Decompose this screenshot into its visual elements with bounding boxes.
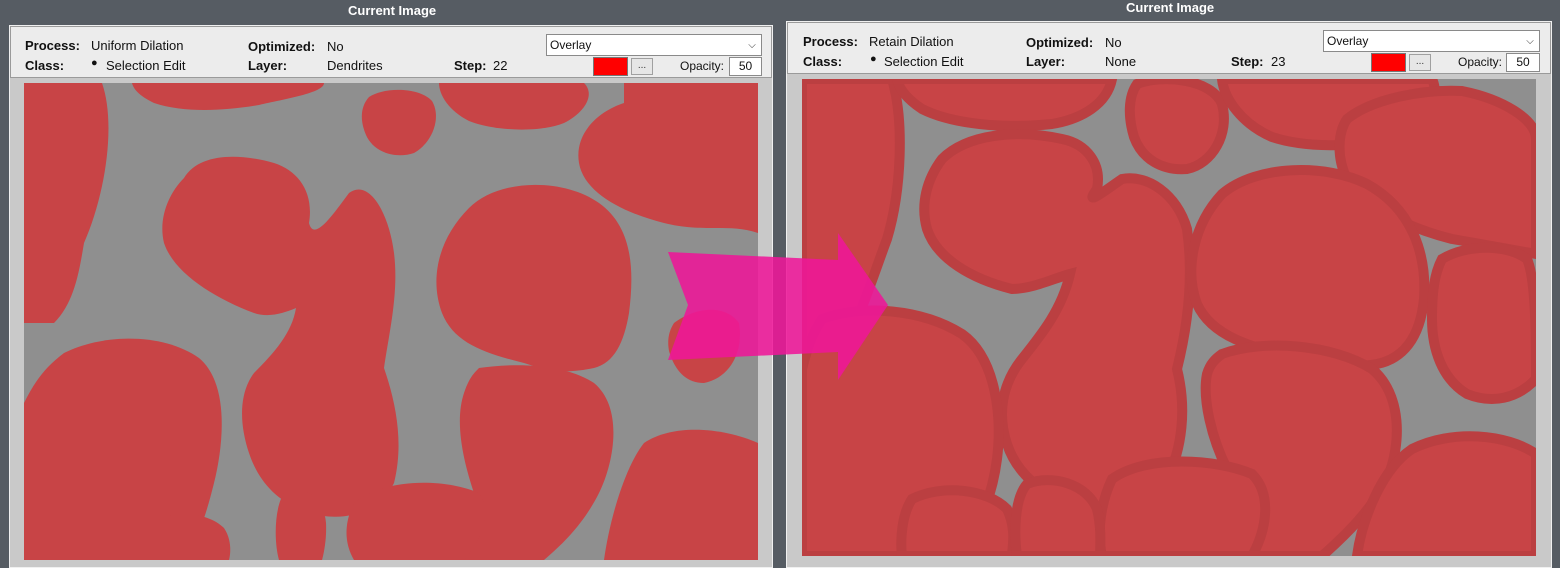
- right-process-value: Retain Dilation: [869, 34, 954, 49]
- left-info-bar: Process: Uniform Dilation Class: ● Selec…: [10, 26, 772, 78]
- left-view-mode-value: Overlay: [550, 38, 592, 52]
- left-opacity-label: Opacity:: [680, 59, 725, 73]
- right-class-label: Class:: [803, 54, 843, 69]
- right-panel-title: Current Image: [1126, 0, 1215, 15]
- left-process-label: Process:: [25, 38, 80, 53]
- right-micrograph-svg: [802, 79, 1536, 556]
- right-image-panel: Process: Retain Dilation Class: ● Select…: [786, 21, 1552, 568]
- left-optimized-label: Optimized:: [248, 39, 316, 54]
- right-opacity-input[interactable]: 50: [1506, 53, 1540, 72]
- left-view-mode-dropdown[interactable]: Overlay ⌵: [546, 34, 762, 56]
- right-step-label: Step:: [1231, 54, 1264, 69]
- left-layer-label: Layer:: [248, 58, 288, 73]
- right-micrograph-image[interactable]: [802, 79, 1536, 556]
- left-micrograph-image[interactable]: [24, 83, 758, 560]
- left-image-panel: Process: Uniform Dilation Class: ● Selec…: [9, 25, 773, 568]
- bullet-icon: ●: [91, 57, 98, 69]
- left-step-value: 22: [493, 58, 508, 73]
- left-color-picker-button[interactable]: ...: [631, 58, 653, 75]
- right-opacity-label: Opacity:: [1458, 55, 1503, 69]
- right-optimized-value: No: [1105, 35, 1122, 50]
- right-overlay-color-swatch[interactable]: [1371, 53, 1406, 72]
- chevron-down-icon: ⌵: [748, 39, 756, 51]
- right-layer-label: Layer:: [1026, 54, 1066, 69]
- right-step-value: 23: [1271, 54, 1286, 69]
- left-micrograph-svg: [24, 83, 758, 560]
- left-panel-title: Current Image: [348, 3, 437, 18]
- left-step-label: Step:: [454, 58, 487, 73]
- left-opacity-input[interactable]: 50: [729, 57, 762, 76]
- right-color-picker-button[interactable]: ...: [1409, 54, 1431, 71]
- left-optimized-value: No: [327, 39, 344, 54]
- left-class-label: Class:: [25, 58, 65, 73]
- chevron-down-icon: ⌵: [1526, 35, 1534, 47]
- right-info-bar: Process: Retain Dilation Class: ● Select…: [787, 22, 1551, 74]
- right-process-label: Process:: [803, 34, 858, 49]
- right-layer-value: None: [1105, 54, 1137, 69]
- left-overlay-color-swatch[interactable]: [593, 57, 628, 76]
- left-class-value: Selection Edit: [106, 58, 186, 73]
- right-view-mode-value: Overlay: [1327, 34, 1369, 48]
- right-class-value: Selection Edit: [884, 54, 964, 69]
- left-process-value: Uniform Dilation: [91, 38, 184, 53]
- right-view-mode-dropdown[interactable]: Overlay ⌵: [1323, 30, 1540, 52]
- right-optimized-label: Optimized:: [1026, 35, 1094, 50]
- bullet-icon: ●: [870, 53, 877, 65]
- left-layer-value: Dendrites: [327, 58, 383, 73]
